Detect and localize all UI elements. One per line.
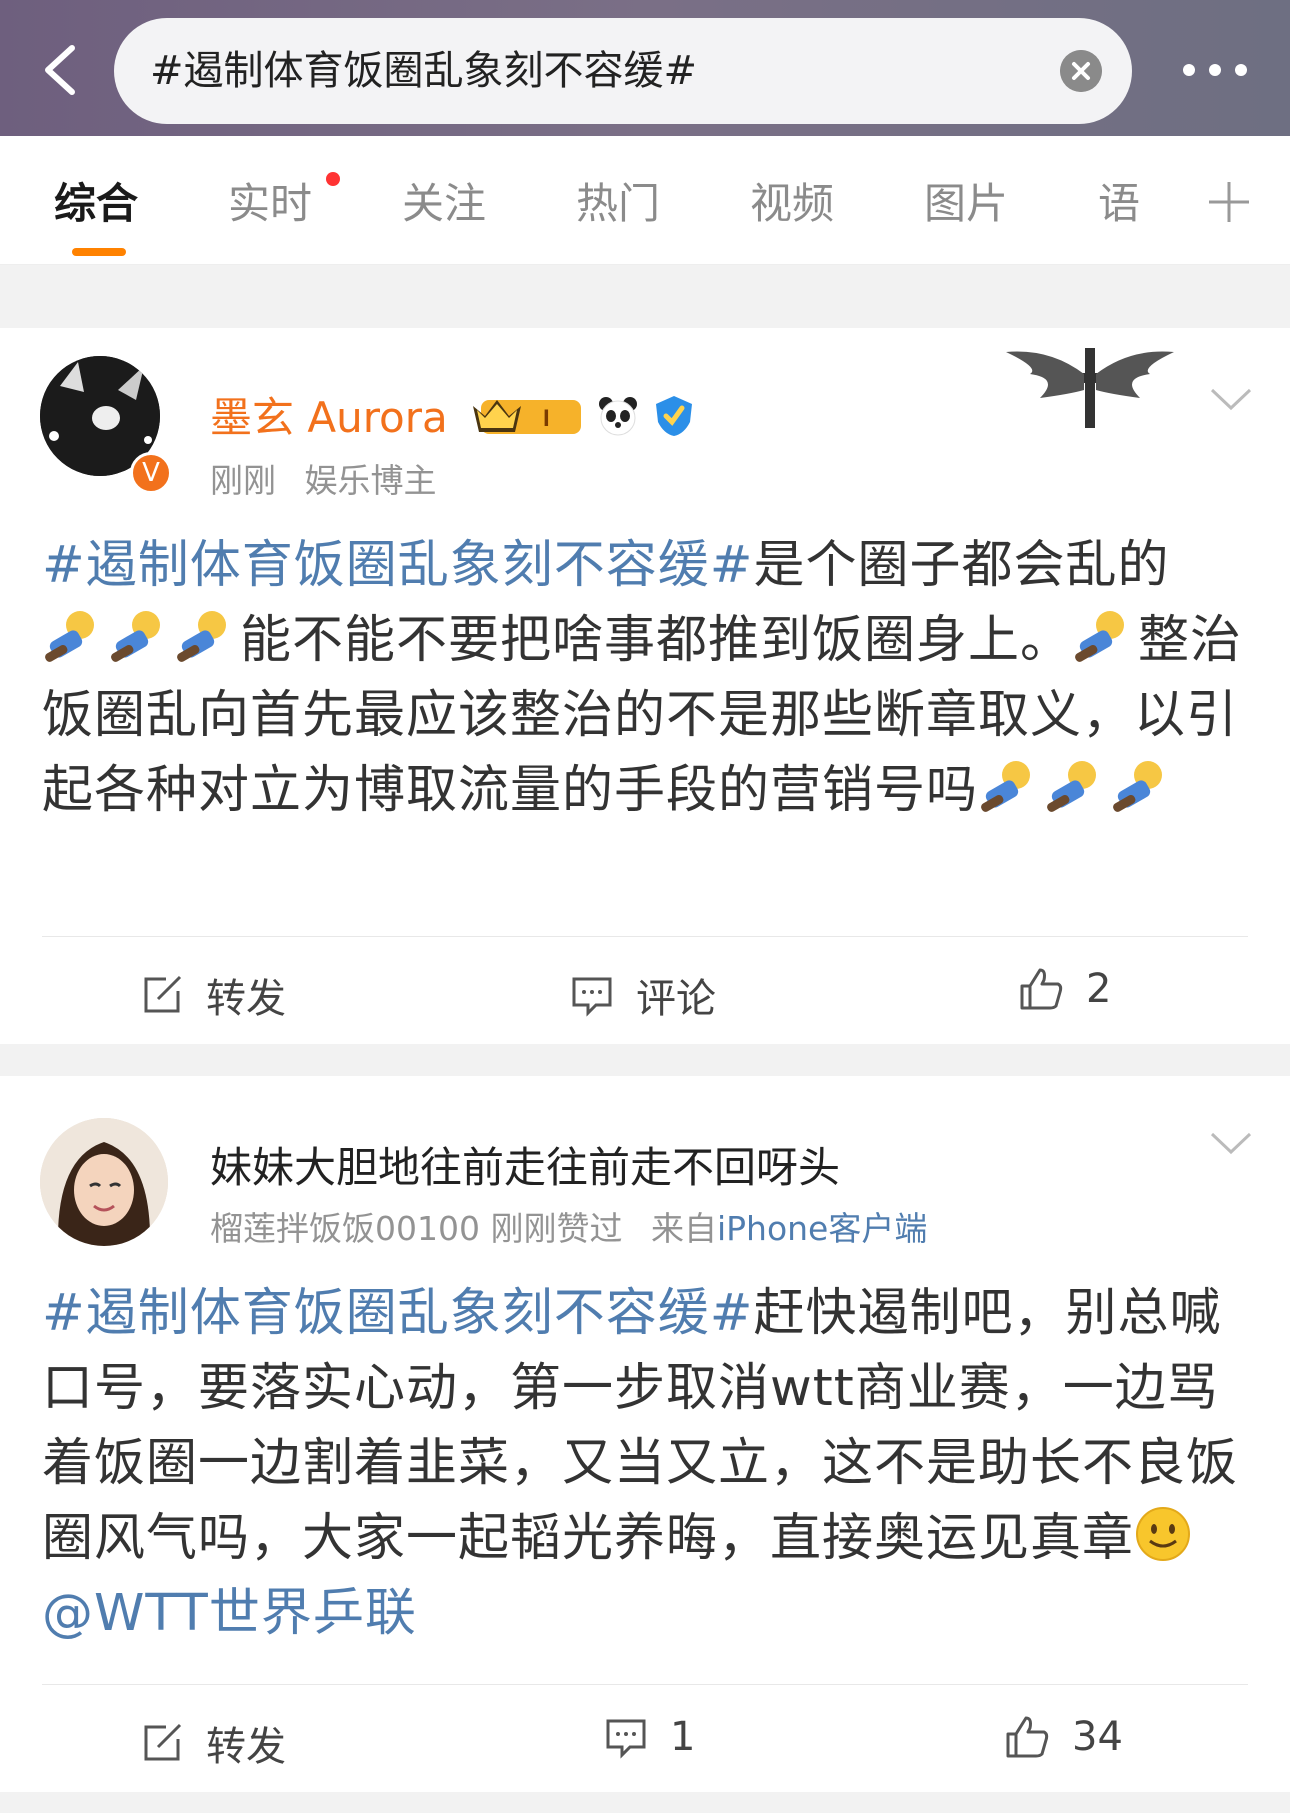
tab-realtime[interactable]: 实时 xyxy=(228,170,312,231)
comment-button[interactable]: 1 xyxy=(604,1714,695,1760)
unread-dot xyxy=(326,172,340,186)
post-card: 妹妹大胆地往前走往前走不回呀头 榴莲拌饭饭00100 刚刚赞过 来自iPhone… xyxy=(0,1076,1290,1792)
search-query[interactable]: #遏制体育饭圈乱象刻不容缓# xyxy=(150,18,697,124)
lying-flat-emoji-icon xyxy=(111,611,160,662)
lying-flat-emoji-icon xyxy=(45,611,94,662)
source-link[interactable]: iPhone客户端 xyxy=(717,1209,927,1248)
avatar[interactable] xyxy=(40,1118,168,1246)
add-tab-icon[interactable] xyxy=(1205,178,1253,226)
shield-badge-icon xyxy=(654,394,694,448)
post-meta: 榴莲拌饭饭00100 刚刚赞过 来自iPhone客户端 xyxy=(210,1209,928,1248)
author-name-text[interactable]: 墨玄 Aurora xyxy=(210,393,448,442)
lying-flat-emoji-icon xyxy=(1047,761,1097,812)
active-tab-indicator xyxy=(72,248,126,256)
tab-hot[interactable]: 热门 xyxy=(576,170,660,231)
tab-video[interactable]: 视频 xyxy=(750,170,834,231)
author-name[interactable]: 妹妹大胆地往前走往前走不回呀头 xyxy=(210,1134,840,1195)
tabs-fade xyxy=(1148,136,1208,264)
like-button[interactable]: 34 xyxy=(1004,1714,1123,1760)
back-arrow-icon[interactable] xyxy=(34,40,94,100)
mention-link[interactable]: @WTT世界乒联 xyxy=(42,1584,417,1643)
search-input[interactable]: #遏制体育饭圈乱象刻不容缓# xyxy=(114,18,1132,124)
crown-badge-icon: I xyxy=(471,394,583,448)
search-header: #遏制体育饭圈乱象刻不容缓# xyxy=(0,0,1290,136)
like-button[interactable]: 2 xyxy=(1018,966,1111,1012)
post-time: 刚刚 xyxy=(210,461,276,500)
clear-search-icon[interactable] xyxy=(1060,50,1102,92)
smile-emoji-icon xyxy=(1136,1507,1191,1561)
level-badge-text: I xyxy=(543,405,550,432)
repost-button[interactable]: 转发 xyxy=(140,1714,286,1772)
winged-cross-decoration-icon xyxy=(1006,348,1174,428)
chevron-down-icon[interactable] xyxy=(1208,1128,1254,1158)
tab-following[interactable]: 关注 xyxy=(402,170,486,231)
verified-icon: V xyxy=(130,452,172,494)
more-options-icon[interactable] xyxy=(1175,50,1275,90)
thumbs-up-icon xyxy=(1020,968,1063,1010)
comment-button[interactable]: 评论 xyxy=(570,966,716,1024)
divider xyxy=(42,936,1248,937)
lying-flat-emoji-icon xyxy=(981,761,1031,812)
author-role: 娱乐博主 xyxy=(304,461,437,500)
repost-button[interactable]: 转发 xyxy=(140,966,286,1024)
post-meta: 刚刚 娱乐博主 xyxy=(210,454,437,502)
tab-images[interactable]: 图片 xyxy=(924,170,1008,231)
panda-icon xyxy=(596,394,640,448)
chevron-down-icon[interactable] xyxy=(1208,384,1254,414)
lying-flat-emoji-icon xyxy=(1113,761,1163,812)
thumbs-up-icon xyxy=(1006,1716,1049,1758)
post-content: #遏制体育饭圈乱象刻不容缓#赶快遏制吧，别总喊口号，要落实心动，第一步取消wtt… xyxy=(42,1284,1239,1643)
tab-more-truncated[interactable]: 语 xyxy=(1098,170,1140,231)
comment-icon xyxy=(572,977,612,1017)
search-tabs: 综合 实时 关注 热门 视频 图片 语 xyxy=(0,136,1290,265)
lying-flat-emoji-icon xyxy=(1075,611,1125,662)
author-name[interactable]: 墨玄 Aurora I xyxy=(210,384,694,448)
liked-by-text: 榴莲拌饭饭00100 刚刚赞过 xyxy=(210,1209,623,1248)
post-card: V 墨玄 Aurora I 刚刚 娱乐博主 #遏制体育饭圈乱象刻不容缓#是个圈子… xyxy=(0,328,1290,1044)
divider xyxy=(42,1684,1248,1685)
avatar-image xyxy=(40,1118,168,1246)
hashtag-link[interactable]: #遏制体育饭圈乱象刻不容缓# xyxy=(42,536,753,595)
repost-icon xyxy=(144,975,182,1013)
post-content: #遏制体育饭圈乱象刻不容缓#是个圈子都会乱的 能不能不要把啥事都推到饭圈身上。整… xyxy=(42,536,1243,820)
repost-icon xyxy=(144,1723,182,1761)
lying-flat-emoji-icon xyxy=(177,611,226,662)
comment-icon xyxy=(606,1719,646,1759)
tab-comprehensive[interactable]: 综合 xyxy=(54,170,138,231)
hashtag-link[interactable]: #遏制体育饭圈乱象刻不容缓# xyxy=(42,1284,753,1343)
